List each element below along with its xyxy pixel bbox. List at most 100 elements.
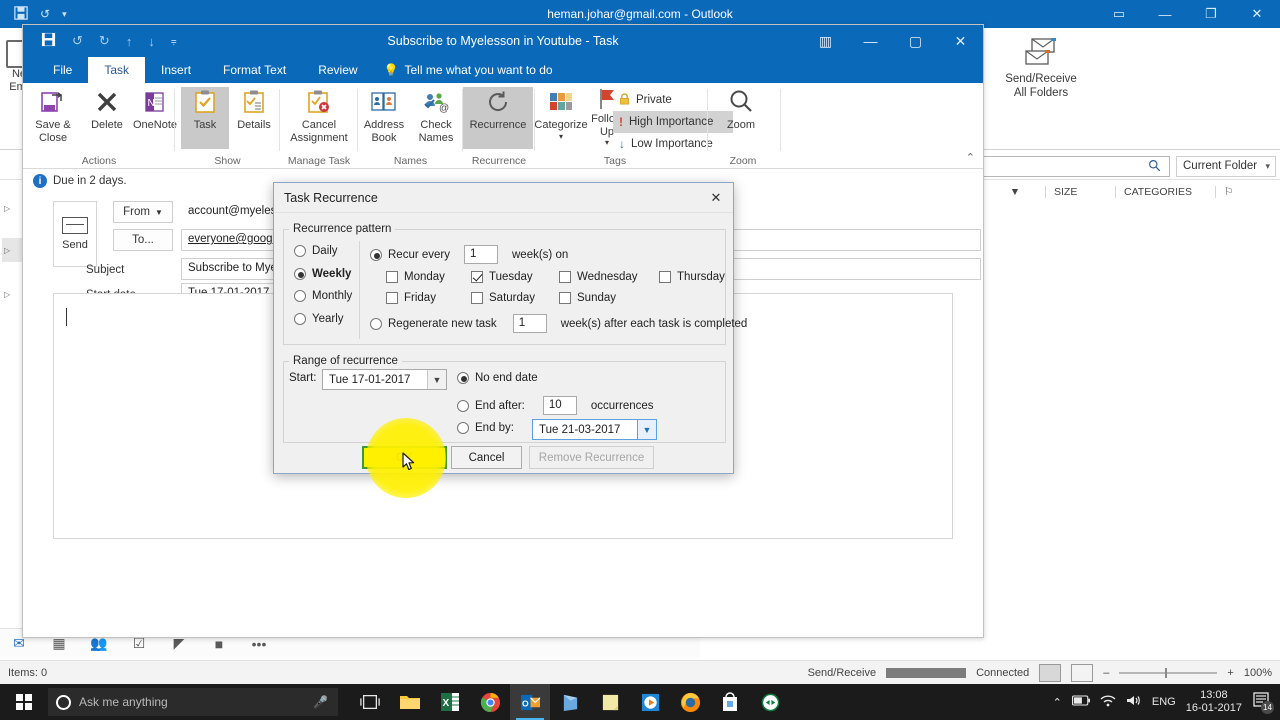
regenerate-row[interactable]: Regenerate new task 1 week(s) after each… (370, 314, 747, 333)
wifi-icon[interactable] (1100, 694, 1116, 710)
ribbon-display-options-icon[interactable]: ▭ (1096, 0, 1142, 28)
column-header-size[interactable]: SIZE (1045, 186, 1115, 198)
tell-me-box[interactable]: 💡 Tell me what you want to do (374, 57, 563, 83)
file-explorer-icon[interactable] (390, 684, 430, 720)
search-icon[interactable] (1148, 159, 1161, 175)
zoom-level-label[interactable]: 100% (1244, 667, 1272, 679)
frequency-monthly-radio[interactable] (294, 290, 306, 302)
day-monday-checkbox[interactable] (386, 271, 398, 283)
cortana-search-box[interactable]: Ask me anything 🎤 (48, 688, 338, 716)
end-by-combo[interactable]: Tue 21-03-2017 ▼ (532, 419, 657, 440)
check-names-button[interactable]: @ Check Names (410, 87, 462, 149)
tab-task[interactable]: Task (88, 57, 146, 83)
minimize-icon[interactable]: — (1142, 0, 1188, 28)
day-sunday-checkbox[interactable] (559, 292, 571, 304)
day-thursday-row[interactable]: Thursday (659, 271, 725, 283)
end-after-input[interactable]: 10 (542, 396, 577, 415)
chevron-down-icon[interactable]: ▼ (637, 420, 656, 439)
recur-every-radio[interactable] (370, 248, 382, 261)
send-button[interactable]: Send (53, 201, 97, 267)
excel-icon[interactable]: X (430, 684, 470, 720)
save-and-close-button[interactable]: Save & Close (25, 87, 81, 149)
send-receive-all-folders-button[interactable]: Send/Receive All Folders (995, 36, 1087, 100)
chevron-down-icon[interactable]: ▾ (559, 131, 563, 144)
tab-review[interactable]: Review (302, 57, 373, 83)
sticky-notes-icon[interactable] (590, 684, 630, 720)
firefox-icon[interactable] (670, 684, 710, 720)
end-after-radio[interactable] (457, 399, 469, 412)
task-view-icon[interactable] (350, 684, 390, 720)
recur-every-row[interactable]: Recur every 1 week(s) on (370, 245, 568, 264)
reading-view-button[interactable] (1071, 664, 1094, 682)
recur-every-input[interactable]: 1 (464, 245, 498, 264)
day-sunday-row[interactable]: Sunday (559, 292, 616, 304)
chrome-icon[interactable] (470, 684, 510, 720)
frequency-yearly-radio[interactable] (294, 313, 306, 325)
day-saturday-checkbox[interactable] (471, 292, 483, 304)
outlook-icon[interactable]: O (510, 684, 550, 720)
tab-insert[interactable]: Insert (145, 57, 207, 83)
battery-icon[interactable] (1071, 695, 1090, 709)
filter-flag-icon[interactable]: ⚐ (1215, 186, 1255, 198)
address-book-button[interactable]: Address Book (358, 87, 410, 149)
frequency-weekly-radio[interactable] (294, 268, 306, 280)
range-start-combo[interactable]: Tue 17-01-2017 ▼ (322, 369, 447, 390)
show-details-button[interactable]: Details (229, 87, 279, 149)
tab-file[interactable]: File (37, 57, 88, 83)
no-end-date-row[interactable]: No end date (457, 372, 538, 384)
day-monday-row[interactable]: Monday (386, 271, 445, 283)
day-wednesday-row[interactable]: Wednesday (559, 271, 638, 283)
minimize-icon[interactable]: — (848, 25, 893, 57)
tag-private[interactable]: Private (613, 89, 699, 111)
microphone-icon[interactable]: 🎤 (313, 695, 328, 709)
zoom-out-button[interactable]: – (1103, 667, 1109, 679)
show-hidden-icons-icon[interactable]: ⌃ (1053, 696, 1062, 709)
close-icon[interactable]: ✕ (1234, 0, 1280, 28)
end-by-radio[interactable] (457, 422, 469, 434)
regenerate-radio[interactable] (370, 317, 382, 330)
normal-view-button[interactable] (1039, 664, 1062, 682)
restore-icon[interactable]: ❐ (1188, 0, 1234, 28)
zoom-in-button[interactable]: + (1227, 667, 1233, 679)
frequency-weekly-row[interactable]: Weekly (294, 268, 351, 280)
zoom-slider[interactable] (1119, 668, 1218, 678)
collapse-ribbon-icon[interactable]: ⌃ (966, 151, 975, 164)
zoom-slider-knob[interactable] (1165, 668, 1168, 678)
frequency-monthly-row[interactable]: Monthly (294, 290, 352, 302)
to-button[interactable]: To... (113, 229, 173, 251)
clock[interactable]: 13:08 16-01-2017 (1186, 689, 1242, 715)
day-tuesday-checkbox[interactable] (471, 271, 483, 283)
end-by-row[interactable]: End by: (457, 422, 514, 434)
start-button[interactable] (0, 684, 48, 720)
frequency-yearly-row[interactable]: Yearly (294, 313, 344, 325)
show-task-button[interactable]: Task (181, 87, 229, 149)
frequency-daily-row[interactable]: Daily (294, 245, 338, 257)
day-friday-checkbox[interactable] (386, 292, 398, 304)
maximize-icon[interactable]: ▢ (893, 25, 938, 57)
end-after-row[interactable]: End after: 10 occurrences (457, 396, 654, 415)
zoom-button[interactable]: Zoom (713, 87, 769, 149)
close-icon[interactable]: ✕ (938, 25, 983, 57)
column-header-categories[interactable]: CATEGORIES (1115, 186, 1215, 198)
tab-format-text[interactable]: Format Text (207, 57, 302, 83)
cancel-button[interactable]: Cancel (451, 446, 522, 469)
ok-button[interactable]: OK (362, 446, 447, 469)
teamviewer-icon[interactable] (750, 684, 790, 720)
day-wednesday-checkbox[interactable] (559, 271, 571, 283)
day-saturday-row[interactable]: Saturday (471, 292, 535, 304)
cancel-assignment-button[interactable]: Cancel Assignment (286, 87, 352, 149)
store-blue-icon[interactable] (550, 684, 590, 720)
day-tuesday-row[interactable]: Tuesday (471, 271, 533, 283)
chevron-down-icon[interactable]: ▾ (605, 137, 609, 150)
chevron-down-icon[interactable]: ▼ (427, 370, 446, 389)
language-indicator[interactable]: ENG (1152, 696, 1176, 708)
recurrence-button[interactable]: Recurrence (463, 87, 533, 149)
regenerate-input[interactable]: 1 (512, 314, 547, 333)
close-icon[interactable]: ✕ (703, 187, 729, 209)
windows-store-icon[interactable] (710, 684, 750, 720)
frequency-daily-radio[interactable] (294, 245, 306, 257)
no-end-date-radio[interactable] (457, 372, 469, 384)
day-friday-row[interactable]: Friday (386, 292, 436, 304)
sort-arrow-icon[interactable]: ▼ (985, 186, 1045, 198)
search-scope-dropdown[interactable]: Current Folder ▾ (1176, 156, 1276, 177)
